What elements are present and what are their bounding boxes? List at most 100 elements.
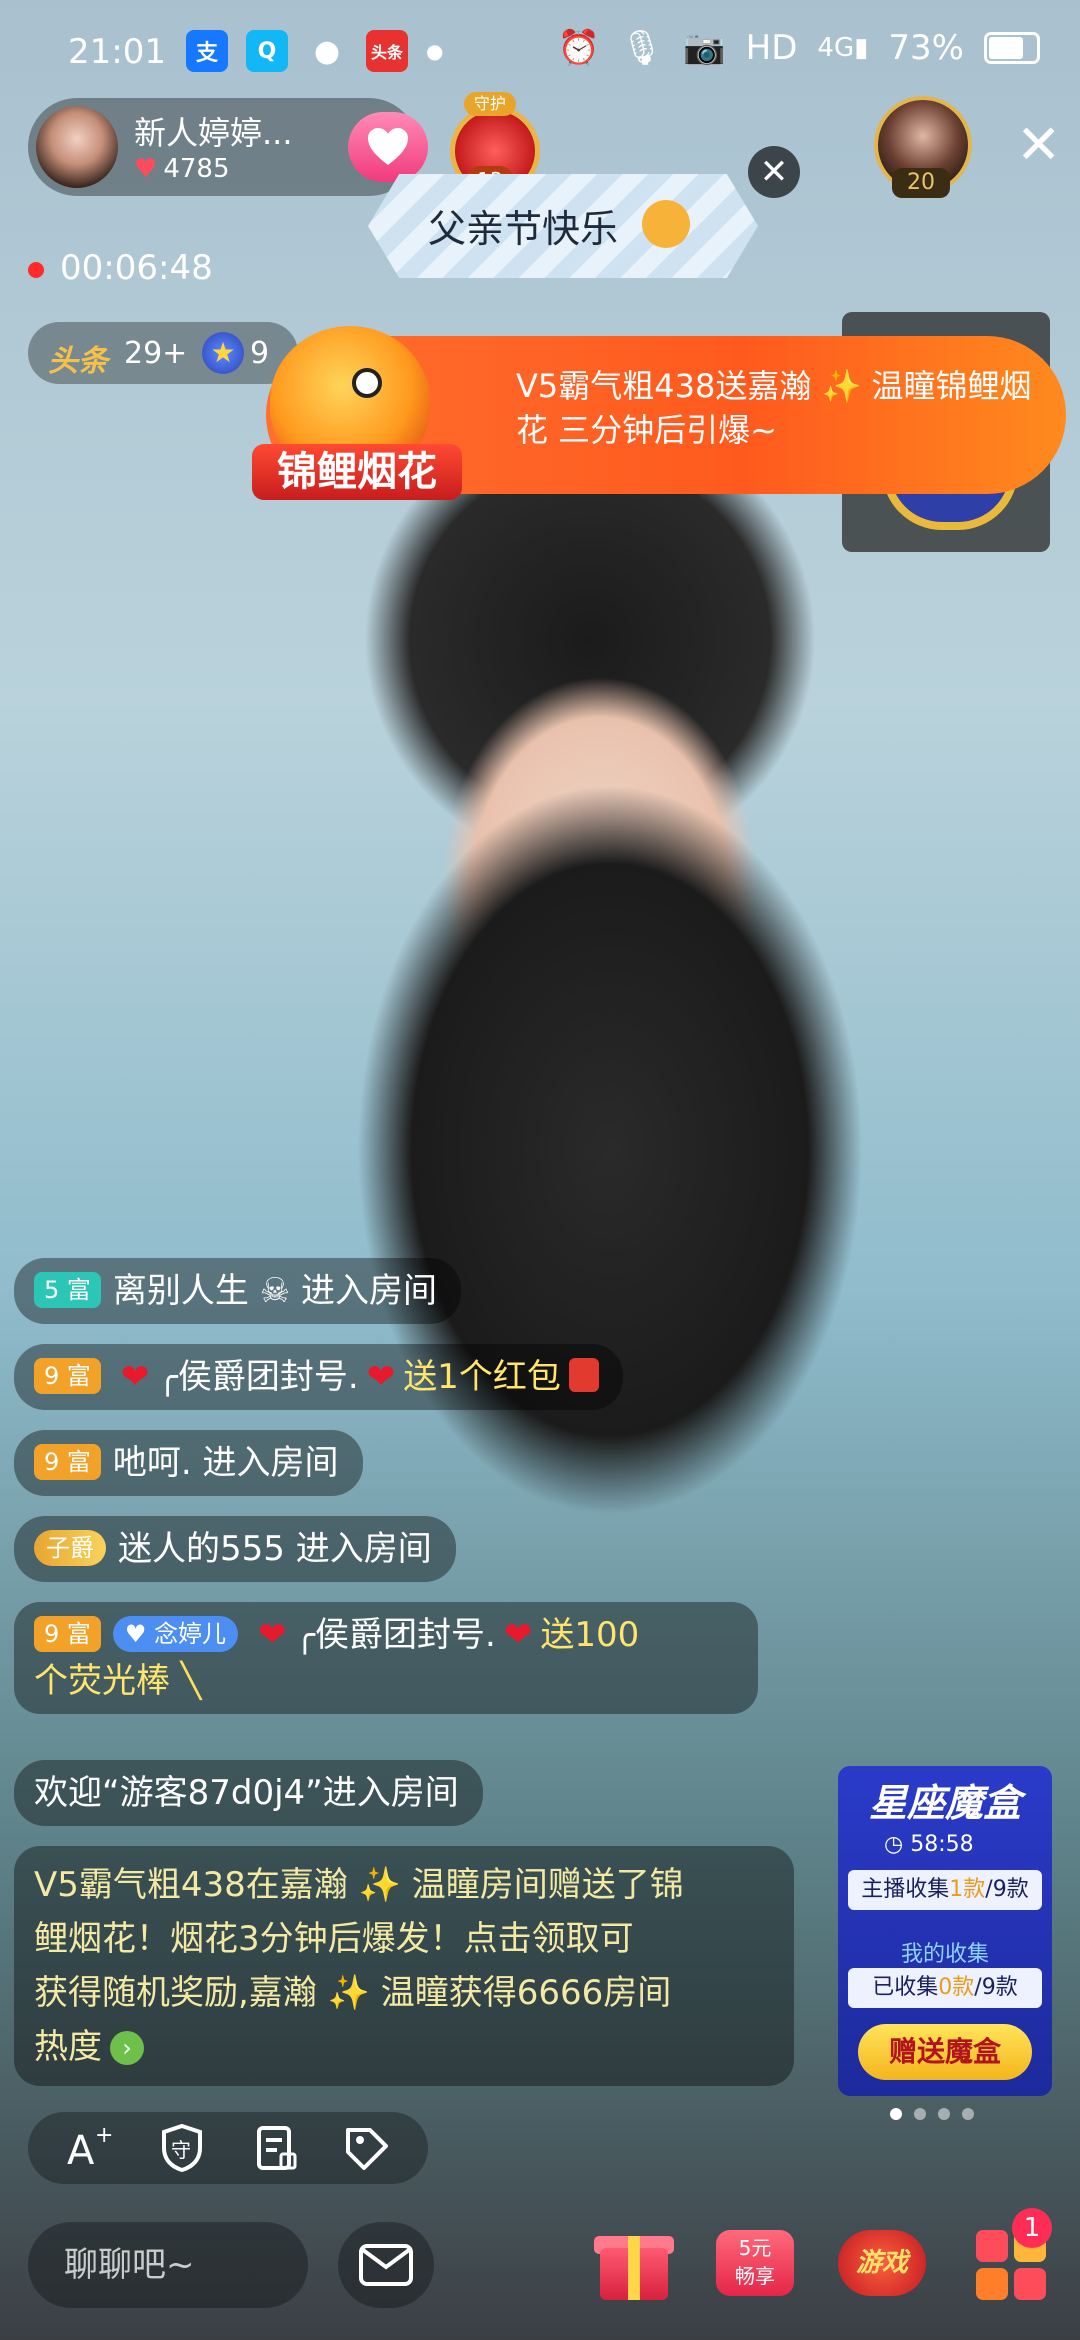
- mic-icon: 🎙: [620, 28, 664, 68]
- fan-club-name: 念婷儿: [154, 1620, 227, 1648]
- gift-button[interactable]: [592, 2218, 676, 2302]
- heart-icon: ❤: [503, 1615, 533, 1655]
- svg-text:+: +: [95, 2123, 113, 2148]
- more-notifications-dot: ●: [426, 39, 444, 63]
- exit-room-button[interactable]: ✕: [1016, 118, 1061, 172]
- carp-banner-message: V5霸气粗438送嘉瀚 ✨ 温瞳锦鲤烟花 三分钟后引爆~: [516, 367, 1032, 449]
- chat-message[interactable]: 子爵 迷人的555 进入房间: [14, 1516, 456, 1582]
- fathers-day-banner[interactable]: 父亲节快乐: [368, 174, 758, 278]
- chat-message[interactable]: 5 富离别人生 ☠ 进入房间: [14, 1258, 462, 1324]
- fan-club-badge: ♥ 念婷儿: [112, 1616, 239, 1652]
- rich-level-badge: 9 富: [34, 1444, 101, 1480]
- host-collect-label: 主播收集: [861, 1877, 950, 1902]
- status-right: ⏰ 🎙 📷 HD 4G▮ 73%: [558, 28, 1040, 68]
- host-collect-value: 1款: [949, 1877, 986, 1902]
- heart-icon: ❤: [258, 1615, 287, 1655]
- page-dot: [890, 2108, 902, 2120]
- collected-value: 0款: [938, 1975, 975, 2000]
- signal-icon: 4G▮: [817, 33, 869, 63]
- rich-level-badge: 9 富: [34, 1358, 101, 1394]
- camera-icon: 📷: [683, 28, 726, 68]
- promo-button[interactable]: 5元畅享: [712, 2218, 796, 2302]
- game-badge: 游戏: [838, 2230, 926, 2296]
- promo-badge: 5元畅享: [716, 2230, 794, 2296]
- chat-gift-text: 送100: [540, 1615, 640, 1655]
- font-size-icon[interactable]: A +: [63, 2122, 115, 2174]
- host-avatar[interactable]: [36, 106, 118, 188]
- welcome-text: 欢迎“游客87d0j4”进入房间: [14, 1760, 483, 1826]
- heart-icon: ❤: [366, 1357, 396, 1397]
- message-button[interactable]: [338, 2222, 434, 2308]
- top-viewer-avatar[interactable]: 20: [874, 96, 972, 198]
- chat-gift-text-2: 个荧光棒: [34, 1661, 170, 1701]
- promo-line1: 5元: [738, 2236, 772, 2260]
- system-line: 获得随机奖励,嘉瀚 ✨ 温瞳获得6666房间: [34, 1973, 672, 2013]
- collected-total: /9款: [974, 1975, 1018, 2000]
- send-magic-box-button[interactable]: 赠送魔盒: [858, 2024, 1032, 2080]
- page-dot: [914, 2108, 926, 2120]
- tool-bar: A + 守: [28, 2112, 428, 2184]
- promo-line2: 畅享: [735, 2264, 775, 2288]
- chat-system-message[interactable]: V5霸气粗438在嘉瀚 ✨ 温瞳房间赠送了锦 鲤烟花！烟花3分钟后爆发！点击领取…: [14, 1846, 794, 2086]
- rank-count: 29+: [124, 336, 188, 371]
- chat-username[interactable]: ╭侯爵团封号.: [295, 1615, 496, 1655]
- svg-text:守: 守: [171, 2138, 191, 2162]
- grid-icon: [1014, 2268, 1046, 2300]
- chat-username[interactable]: 迷人的555: [118, 1529, 285, 1569]
- chat-action: 进入房间: [295, 1529, 432, 1569]
- recording-dot-icon: [28, 262, 44, 278]
- system-line: 鲤烟花！烟花3分钟后爆发！点击领取可: [34, 1919, 634, 1959]
- chat-input[interactable]: 聊聊吧~: [28, 2222, 308, 2308]
- mail-icon: [359, 2244, 413, 2286]
- more-apps-button[interactable]: 1: [972, 2208, 1056, 2302]
- chat-username[interactable]: 吔呵.: [113, 1443, 192, 1483]
- chevron-right-icon[interactable]: ›: [110, 2031, 144, 2065]
- guard-tag: 守护: [464, 92, 516, 116]
- magic-box-title: 星座魔盒: [868, 1781, 1021, 1825]
- tag-icon[interactable]: [342, 2122, 394, 2174]
- heart-icon: [368, 128, 408, 165]
- toutiao-icon: 头条: [366, 30, 408, 72]
- rich-level-badge: 5 富: [34, 1272, 101, 1308]
- clock-icon: ◷: [884, 1832, 911, 1857]
- chat-message[interactable]: 9 富 ♥ 念婷儿 ❤ ╭侯爵团封号. ❤ 送100 个荧光棒 ╲: [14, 1602, 794, 1714]
- magic-box-timer: ◷ 58:58: [884, 1832, 974, 1857]
- glow-stick-icon: ╲: [170, 1661, 202, 1701]
- skull-icon: ☠: [248, 1271, 302, 1311]
- carp-banner-title: 锦鲤烟花: [252, 444, 462, 500]
- carp-fireworks-banner[interactable]: 锦鲤烟花 V5霸气粗438送嘉瀚 ✨ 温瞳锦鲤烟花 三分钟后引爆~: [226, 326, 1066, 504]
- host-fans: ♥ 4785: [134, 154, 229, 184]
- clipboard-icon[interactable]: [249, 2122, 301, 2174]
- my-collect-label: 我的收集: [900, 1942, 989, 1967]
- host-card[interactable]: 新人婷婷... ♥ 4785: [28, 98, 428, 196]
- status-time: 21:01: [68, 32, 166, 72]
- chat-gift-text: 送1个红包: [403, 1357, 561, 1397]
- page-dot: [938, 2108, 950, 2120]
- live-timer: 00:06:48: [60, 248, 213, 288]
- chat-message[interactable]: 9 富 ❤ ╭侯爵团封号. ❤ 送1个红包: [14, 1344, 623, 1410]
- smile-emoji-icon: [642, 200, 690, 248]
- collected-row: 已收集0款/9款: [848, 1968, 1042, 2008]
- viewer-level: 20: [892, 168, 950, 198]
- fathers-day-text: 父亲节快乐: [428, 207, 619, 251]
- rich-level-badge: 9 富: [34, 1616, 101, 1652]
- chat-message[interactable]: 欢迎“游客87d0j4”进入房间: [14, 1760, 483, 1826]
- game-button[interactable]: 游戏: [838, 2218, 926, 2302]
- gift-ribbon: [628, 2236, 640, 2300]
- collected-label: 已收集: [872, 1975, 939, 2000]
- constellation-magic-box[interactable]: 星座魔盒 ◷ 58:58 主播收集1款/9款 我的收集 已收集0款/9款 赠送魔…: [838, 1766, 1052, 2096]
- host-collect-total: /9款: [985, 1877, 1029, 1902]
- system-line: V5霸气粗438在嘉瀚 ✨ 温瞳房间赠送了锦: [34, 1865, 684, 1905]
- alipay-icon: 支: [186, 30, 228, 72]
- follow-button[interactable]: [348, 112, 428, 182]
- bottom-bar: 聊聊吧~ 5元畅享 游戏 1: [0, 2208, 1080, 2318]
- flame-icon: ♥: [134, 154, 158, 184]
- chat-username[interactable]: 离别人生: [113, 1271, 249, 1311]
- host-collect-row: 主播收集1款/9款: [848, 1870, 1042, 1910]
- chat-action: 进入房间: [301, 1271, 438, 1311]
- chat-message[interactable]: 9 富吔呵. 进入房间: [14, 1430, 363, 1496]
- battery-icon: [984, 32, 1040, 64]
- guard-shield-icon[interactable]: 守: [156, 2122, 208, 2174]
- heart-icon: ❤: [120, 1357, 150, 1397]
- chat-username[interactable]: ╭侯爵团封号.: [157, 1357, 358, 1397]
